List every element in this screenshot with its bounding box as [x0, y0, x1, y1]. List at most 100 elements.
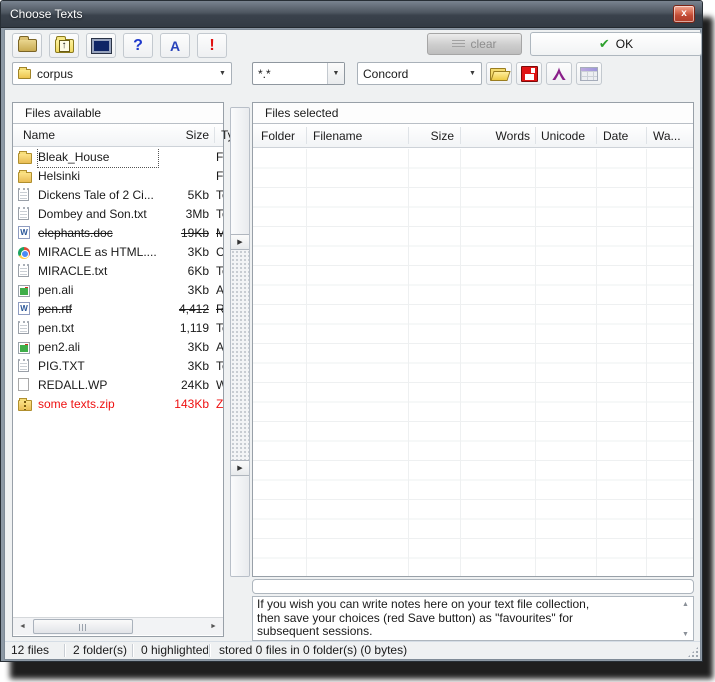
column-header-filename[interactable]: Filename: [313, 124, 362, 147]
file-name: Helsinki: [38, 167, 158, 186]
files-available-header: Name Size Ty: [13, 123, 223, 147]
column-header-date[interactable]: Date: [603, 124, 628, 147]
file-type: Al: [216, 338, 223, 357]
text-icon: [18, 321, 29, 334]
file-row[interactable]: Wpen.rtf4,412Ri: [13, 300, 223, 319]
file-row[interactable]: REDALL.WP24KbW: [13, 376, 223, 395]
file-type: Te: [216, 205, 223, 224]
notes-title-input[interactable]: [252, 579, 694, 594]
file-type: Te: [216, 186, 223, 205]
acrobat-button[interactable]: [546, 62, 572, 85]
file-row[interactable]: MIRACLE.txt6KbTe: [13, 262, 223, 281]
word-icon: W: [18, 302, 30, 315]
scroll-left-icon[interactable]: ◄: [14, 619, 31, 634]
text-icon: [18, 359, 29, 372]
file-row[interactable]: PIG.TXT3KbTe: [13, 357, 223, 376]
view-button[interactable]: [86, 33, 116, 58]
files-available-list[interactable]: Bleak_HouseFiHelsinkiFiDickens Tale of 2…: [13, 148, 223, 614]
file-pattern-combobox[interactable]: *.* ▼: [252, 62, 345, 85]
file-type: Zi: [216, 395, 223, 414]
file-type: Mi: [216, 224, 223, 243]
splitter-upper-area[interactable]: [231, 108, 249, 234]
open-favourites-button[interactable]: [486, 62, 512, 85]
file-row[interactable]: HelsinkiFi: [13, 167, 223, 186]
chevron-down-icon[interactable]: ▼: [464, 70, 481, 77]
status-highlighted: 0 highlighted: [137, 642, 208, 659]
table-view-button[interactable]: [576, 62, 602, 85]
column-header-name[interactable]: Name: [23, 124, 55, 146]
move-right-button-top[interactable]: ▶: [231, 234, 249, 250]
choose-texts-window: Choose Texts x ↑ ? A ! clear ✔ OK co: [0, 0, 703, 662]
save-favourites-button[interactable]: [516, 62, 542, 85]
file-type: Ri: [216, 300, 223, 319]
file-name: Dombey and Son.txt: [38, 205, 158, 224]
column-header-folder[interactable]: Folder: [261, 124, 295, 147]
column-header-wav[interactable]: Wa...: [653, 124, 681, 147]
panel-splitter[interactable]: ▶ ▶: [230, 107, 250, 577]
file-size: 19Kb: [143, 224, 209, 243]
exclamation-icon: !: [209, 37, 214, 55]
scroll-up-icon[interactable]: ▲: [680, 600, 691, 610]
file-size: 3Kb: [143, 357, 209, 376]
file-row[interactable]: Dickens Tale of 2 Ci...5KbTe: [13, 186, 223, 205]
close-button[interactable]: x: [673, 5, 695, 23]
file-row[interactable]: pen2.ali3KbAl: [13, 338, 223, 357]
folder-combobox[interactable]: corpus ▼: [12, 62, 232, 85]
file-size: 4,412: [143, 300, 209, 319]
scrollbar-thumb[interactable]: [33, 619, 133, 634]
acrobat-icon: [551, 66, 567, 82]
file-row[interactable]: pen.txt1,119Te: [13, 319, 223, 338]
file-name: elephants.doc: [38, 224, 158, 243]
file-size: 3Kb: [143, 338, 209, 357]
status-folders: 2 folder(s): [69, 642, 131, 659]
column-header-words[interactable]: Words: [460, 124, 530, 147]
file-row[interactable]: Bleak_HouseFi: [13, 148, 223, 167]
horizontal-scrollbar[interactable]: ◄ ►: [13, 617, 223, 635]
notes-text-area[interactable]: If you wish you can write notes here on …: [252, 596, 694, 641]
files-selected-panel: Files selected Folder Filename Size Word…: [252, 102, 694, 577]
alert-button[interactable]: !: [197, 33, 227, 58]
splitter-drag-handle[interactable]: [231, 250, 249, 460]
resize-grip[interactable]: [687, 646, 699, 658]
scroll-right-icon[interactable]: ►: [205, 619, 222, 634]
tool-combobox-value: Concord: [363, 67, 408, 81]
file-size: 6Kb: [143, 262, 209, 281]
file-row[interactable]: Welephants.doc19Kb Mi: [13, 224, 223, 243]
browse-folder-button[interactable]: [12, 33, 42, 58]
window-title: Choose Texts: [10, 7, 83, 21]
files-selected-grid[interactable]: [253, 149, 693, 576]
clear-button[interactable]: clear: [427, 33, 522, 55]
ok-button[interactable]: ✔ OK: [530, 32, 702, 56]
folder-combobox-value: corpus: [37, 67, 73, 81]
file-row[interactable]: pen.ali3KbAl: [13, 281, 223, 300]
text-icon: [18, 188, 29, 201]
move-right-button-bottom[interactable]: ▶: [231, 460, 249, 476]
zip-icon: [18, 400, 32, 411]
files-selected-header: Folder Filename Size Words Unicode Date …: [253, 123, 693, 148]
tool-combobox[interactable]: Concord ▼: [357, 62, 482, 85]
file-row[interactable]: MIRACLE as HTML....3KbCh: [13, 243, 223, 262]
help-button[interactable]: ?: [123, 33, 153, 58]
folder-icon: [18, 69, 31, 79]
file-row[interactable]: Dombey and Son.txt3MbTe: [13, 205, 223, 224]
column-header-unicode[interactable]: Unicode: [541, 124, 585, 147]
ali-icon: [18, 342, 30, 354]
file-name: Dickens Tale of 2 Ci...: [38, 186, 158, 205]
file-name: MIRACLE.txt: [38, 262, 158, 281]
column-header-size[interactable]: Size: [408, 124, 454, 147]
column-header-size[interactable]: Size: [143, 124, 209, 146]
chevron-down-icon[interactable]: ▼: [214, 70, 231, 77]
scroll-down-icon[interactable]: ▼: [680, 630, 691, 640]
title-bar[interactable]: Choose Texts x: [1, 1, 702, 28]
files-available-title: Files available: [13, 103, 223, 123]
monitor-icon: [92, 39, 111, 53]
file-size: 3Kb: [143, 243, 209, 262]
chrome-icon: [18, 247, 30, 259]
file-row[interactable]: some texts.zip143KbZi: [13, 395, 223, 414]
splitter-lower-area[interactable]: [231, 477, 249, 576]
font-button[interactable]: A: [160, 33, 190, 58]
chevron-down-icon[interactable]: ▼: [327, 63, 344, 84]
folder-up-button[interactable]: ↑: [49, 33, 79, 58]
text-icon: [18, 264, 29, 277]
word-icon: W: [18, 226, 30, 239]
